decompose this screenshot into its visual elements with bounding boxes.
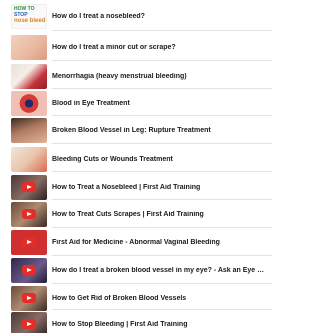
- thumbnail: [11, 174, 47, 200]
- divider: [52, 171, 272, 172]
- logo-text: HOW TO STOP nose bleed: [14, 5, 46, 24]
- divider: [52, 143, 272, 144]
- list-item[interactable]: Bleeding Cuts or Wounds Treatment: [0, 145, 272, 173]
- item-title: How do I treat a nosebleed?: [52, 12, 145, 20]
- list-item[interactable]: HOW TO STOP nose bleed How do I treat a …: [0, 2, 272, 30]
- thumbnail: [11, 285, 47, 311]
- item-title: How do I treat a broken blood vessel in …: [52, 266, 268, 274]
- thumbnail: [11, 90, 47, 116]
- thumbnail: [11, 117, 47, 143]
- list-item[interactable]: How to Get Rid of Broken Blood Vessels: [0, 284, 272, 312]
- item-title: How do I treat a minor cut or scrape?: [52, 43, 176, 51]
- list-item[interactable]: Broken Blood Vessel in Leg: Rupture Trea…: [0, 116, 272, 144]
- thumbnail: [11, 146, 47, 172]
- thumbnail: HOW TO STOP nose bleed: [11, 3, 47, 29]
- list-item[interactable]: How to Treat a Nosebleed | First Aid Tra…: [0, 173, 272, 201]
- list-item[interactable]: How do I treat a broken blood vessel in …: [0, 256, 272, 284]
- list-item[interactable]: How to Stop Bleeding | First Aid Trainin…: [0, 310, 272, 333]
- play-icon: [22, 319, 36, 329]
- thumbnail: [11, 257, 47, 283]
- divider: [52, 30, 272, 31]
- list-item[interactable]: How to Treat Cuts Scrapes | First Aid Tr…: [0, 200, 272, 228]
- thumbnail: [11, 63, 47, 89]
- item-title: How to Treat Cuts Scrapes | First Aid Tr…: [52, 210, 204, 218]
- item-title: How to Stop Bleeding | First Aid Trainin…: [52, 320, 188, 328]
- play-icon: [22, 293, 36, 303]
- play-icon: [22, 265, 36, 275]
- item-title: How to Get Rid of Broken Blood Vessels: [52, 294, 187, 302]
- list-item[interactable]: How do I treat a minor cut or scrape?: [0, 33, 272, 61]
- list-item[interactable]: Menorrhagia (heavy menstrual bleeding): [0, 62, 272, 90]
- item-title: First Aid for Medicine - Abnormal Vagina…: [52, 238, 220, 246]
- play-icon: [22, 237, 36, 247]
- results-list: HOW TO STOP nose bleed How do I treat a …: [0, 0, 272, 333]
- item-title: Bleeding Cuts or Wounds Treatment: [52, 155, 173, 163]
- item-title: How to Treat a Nosebleed | First Aid Tra…: [52, 183, 201, 191]
- divider: [52, 60, 272, 61]
- list-item[interactable]: First Aid for Medicine - Abnormal Vagina…: [0, 228, 272, 256]
- thumbnail: [11, 311, 47, 333]
- item-title: Broken Blood Vessel in Leg: Rupture Trea…: [52, 126, 211, 134]
- thumbnail: [11, 34, 47, 60]
- item-title: Menorrhagia (heavy menstrual bleeding): [52, 72, 187, 80]
- thumbnail: [11, 229, 47, 255]
- play-icon: [22, 182, 36, 192]
- play-icon: [22, 209, 36, 219]
- list-item[interactable]: Blood in Eye Treatment: [0, 89, 272, 117]
- item-title: Blood in Eye Treatment: [52, 99, 130, 107]
- thumbnail: [11, 201, 47, 227]
